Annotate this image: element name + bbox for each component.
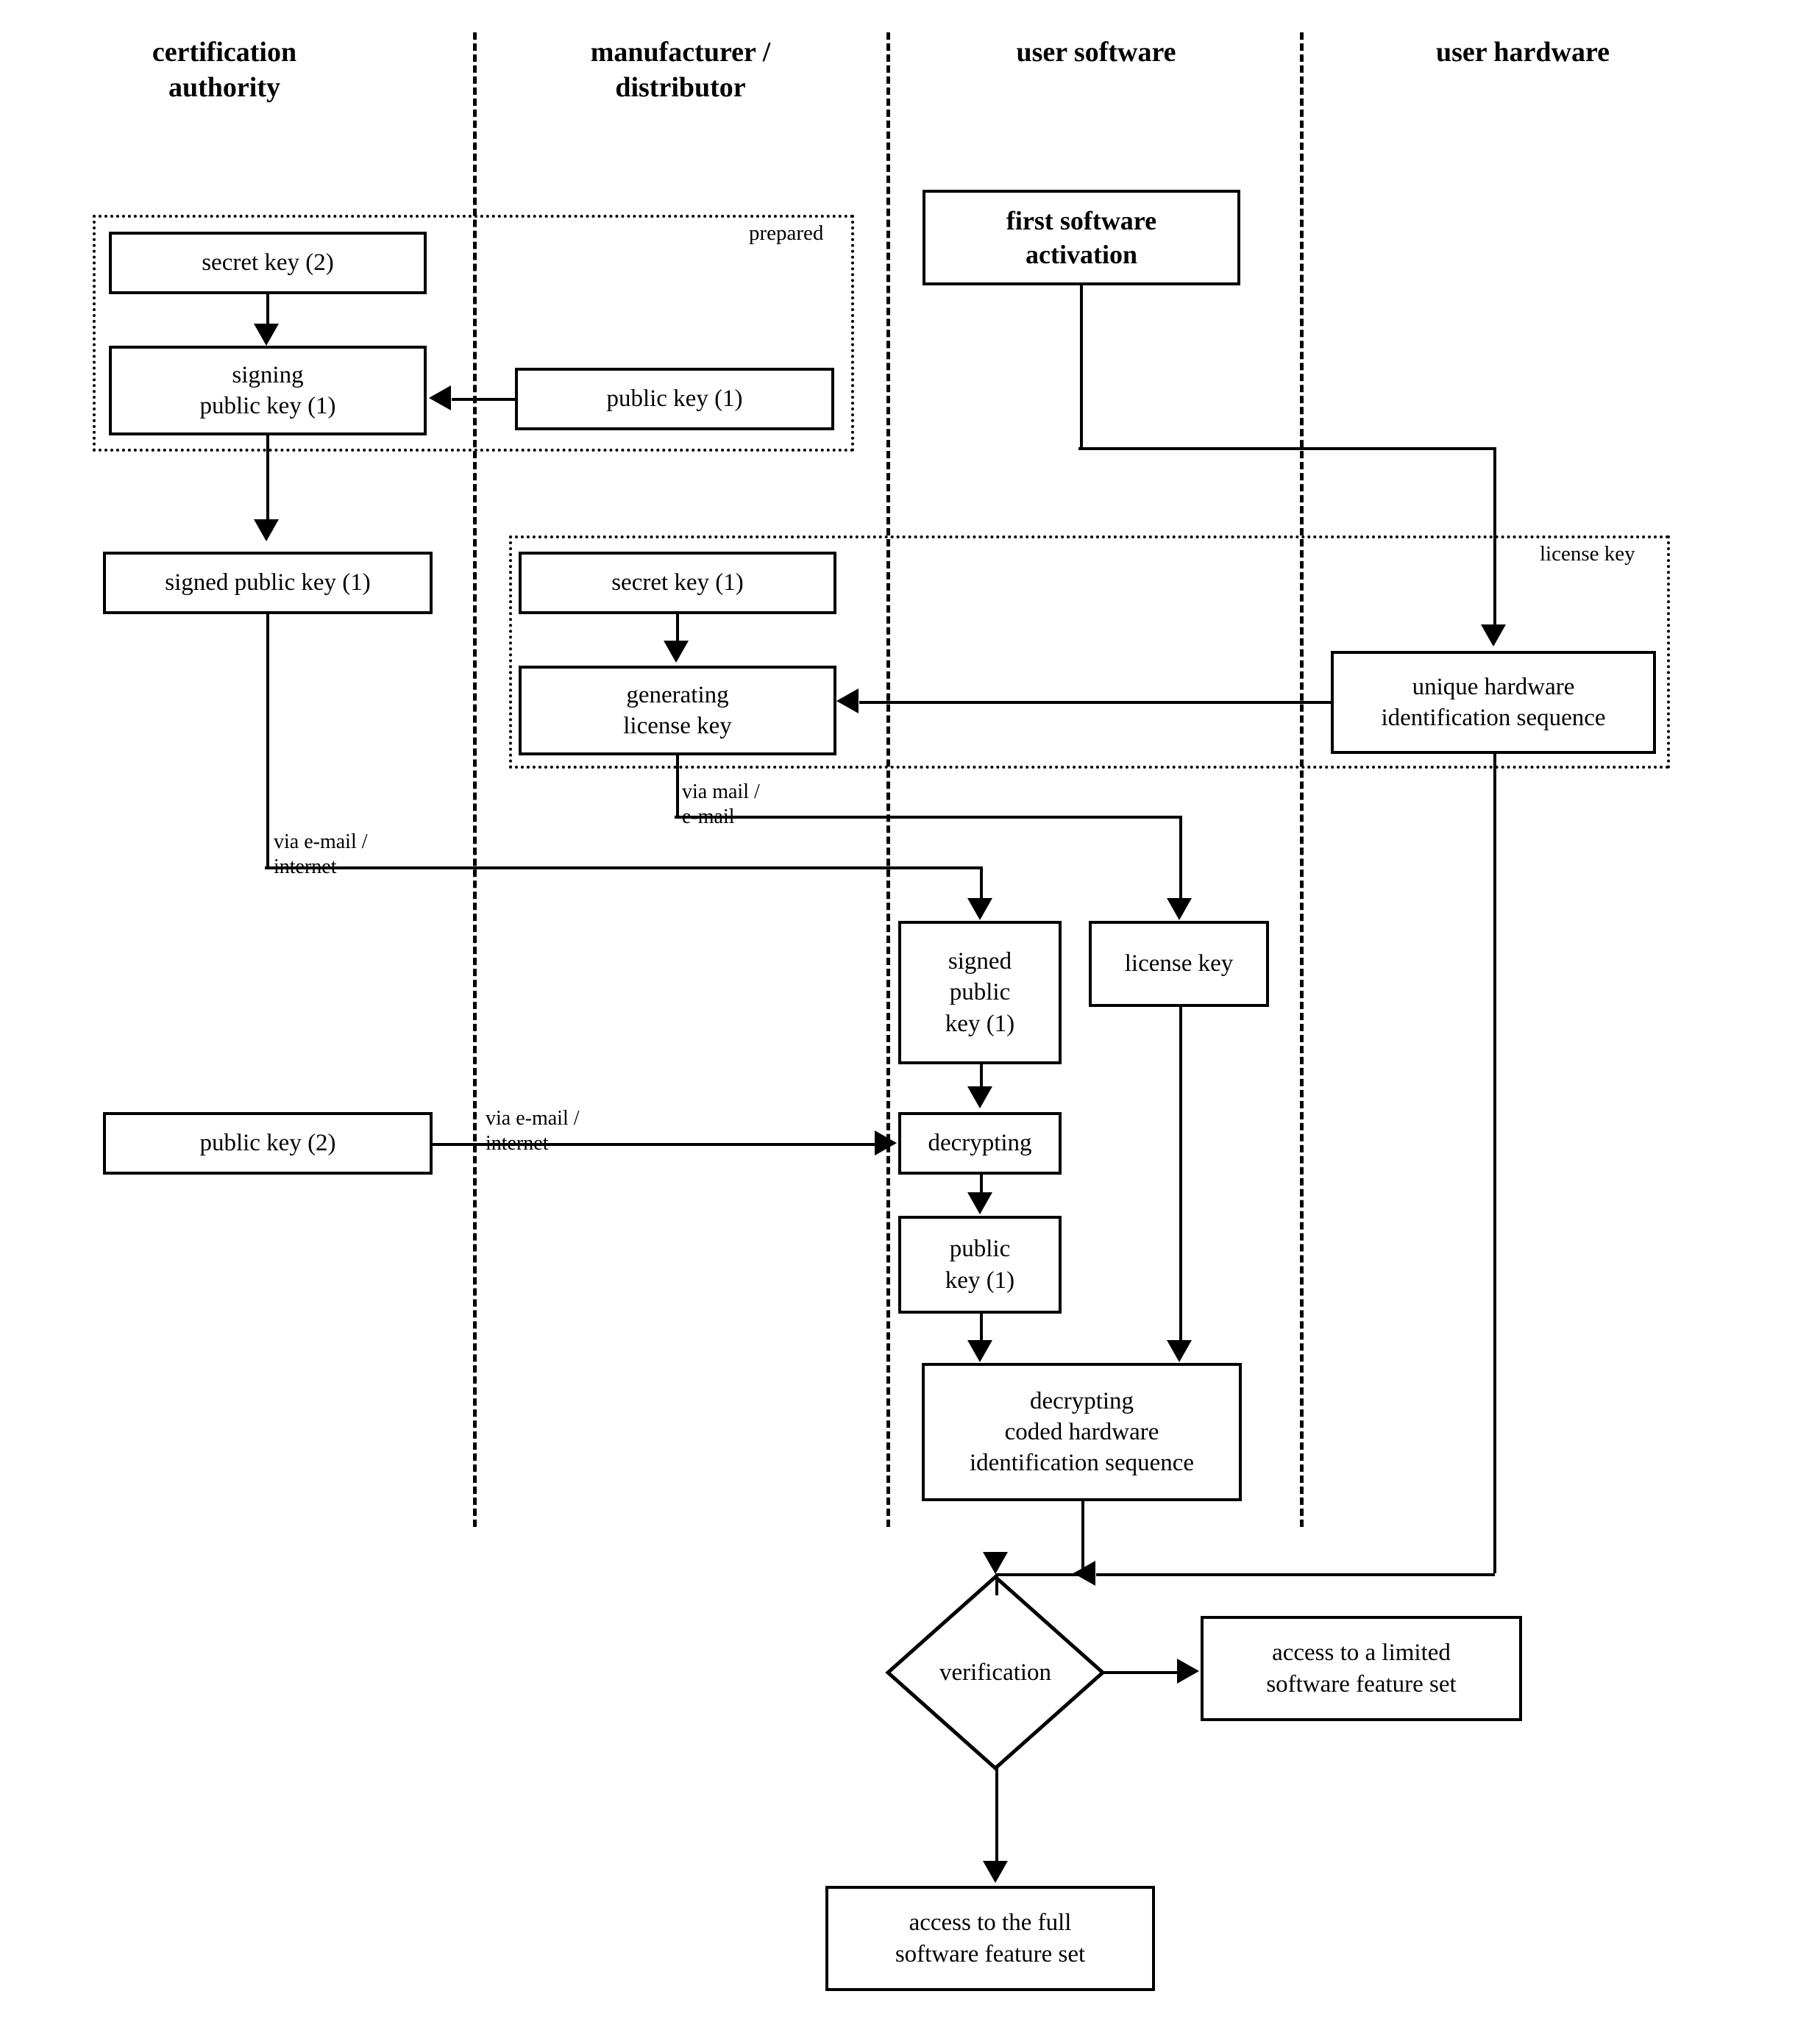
node-license-key[interactable]: license key [1089,921,1269,1007]
arrowhead-generating-to-licensekey [1167,898,1192,920]
connector-licensekey-down [1179,1007,1182,1342]
connector-hardware-down-long [1493,754,1496,1573]
node-public-key-2[interactable]: public key (2) [103,1112,433,1175]
arrowhead-fsa-to-hardware [1481,624,1506,647]
arrowhead-publickey1-to-signing [429,385,451,410]
lane-separator-3 [1300,32,1304,1527]
edge-label-via-email-internet-ca: via e-mail / internet [274,830,368,878]
connector-decrypting-to-publickey1user [980,1175,983,1194]
node-access-full[interactable]: access to the full software feature set [825,1886,1155,1991]
arrowhead-verification-to-limited [1177,1659,1199,1684]
node-secret-key-1[interactable]: secret key (1) [519,552,836,614]
node-decrypting-coded-hardware[interactable]: decrypting coded hardware identification… [922,1363,1242,1501]
connector-signing-to-signedpk [266,435,269,521]
lane-title-user-software: user software [1016,37,1176,68]
connector-fsa-down2 [1493,447,1496,626]
node-unique-hardware-identification-sequence[interactable]: unique hardware identification sequence [1331,651,1656,754]
connector-decryptcoded-left [995,1573,1084,1576]
edge-label-via-email-internet-pk2: via e-mail / internet [486,1107,580,1155]
connector-verification-to-limited [1103,1671,1178,1674]
connector-secretkey2-to-signing [266,294,269,325]
arrowhead-secretkey2-to-signing [254,324,279,346]
arrowhead-signedpk-to-user [967,898,992,920]
node-verification[interactable]: verification [885,1574,1106,1771]
connector-verification-to-full [995,1768,998,1862]
arrowhead-secretkey1-to-generating [664,641,689,663]
group-label-license-key: license key [1540,542,1635,566]
edge-label-via-mail-email: via mail / e-mail [682,780,760,828]
node-generating-license-key[interactable]: generating license key [519,666,836,755]
node-secret-key-2[interactable]: secret key (2) [109,232,427,294]
arrowhead-publickey1user-to-decrypt-coded [967,1340,992,1362]
lane-title-user-hardware: user hardware [1435,37,1610,68]
connector-fsa-right [1078,447,1496,450]
arrowhead-hardware-to-verification-junction [1073,1561,1095,1586]
arrowhead-signedpkuser-to-decrypting [967,1086,992,1108]
arrowhead-verification-to-full [983,1861,1008,1883]
group-label-prepared: prepared [749,221,824,245]
connector-fsa-down [1080,285,1083,449]
arrowhead-signing-to-signedpk [254,519,279,541]
arrowhead-decrypting-to-publickey1user [967,1192,992,1214]
connector-signedpk-down2 [980,866,983,900]
flowchart-canvas: certification authority manufacturer / d… [0,0,1795,2044]
node-signing-public-key-1[interactable]: signing public key (1) [109,346,427,435]
node-signed-public-key-1-ca[interactable]: signed public key (1) [103,552,433,614]
connector-generating-down2 [1179,816,1182,900]
node-decrypting[interactable]: decrypting [898,1112,1062,1175]
node-first-software-activation[interactable]: first software activation [923,190,1240,285]
connector-secretkey1-to-generating [676,614,679,642]
lane-title-certification-authority: certification authority [152,37,297,103]
lane-title-manufacturer-distributor: manufacturer / distributor [590,37,771,103]
node-public-key-1-manufacturer[interactable]: public key (1) [515,368,834,430]
arrowhead-licensekey-to-decrypt-coded [1167,1340,1192,1362]
arrowhead-publickey2-to-decrypting [875,1130,897,1155]
node-verification-label: verification [939,1659,1052,1686]
node-access-limited[interactable]: access to a limited software feature set [1201,1616,1522,1721]
connector-publickey1-to-signing [452,398,516,401]
node-public-key-1-user[interactable]: public key (1) [898,1216,1062,1314]
connector-generating-down [676,755,679,817]
connector-hardware-left-to-junction [1096,1573,1495,1576]
connector-publickey1user-to-decrypt-coded [980,1314,983,1342]
connector-tojunction-down [995,1573,998,1595]
node-signed-public-key-1-user[interactable]: signed public key (1) [898,921,1062,1064]
arrowhead-to-verification [983,1552,1008,1574]
arrowhead-hardware-to-generating [836,688,859,713]
connector-hardware-to-generating [859,701,1334,704]
connector-signedpk-down [266,614,269,868]
connector-signedpkuser-to-decrypting [980,1064,983,1088]
